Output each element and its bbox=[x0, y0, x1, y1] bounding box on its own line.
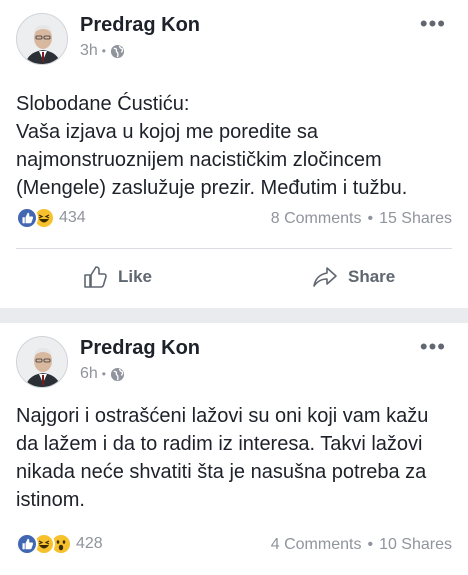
comments-count[interactable]: 8 Comments bbox=[271, 210, 362, 227]
comments-count[interactable]: 4 Comments bbox=[271, 536, 362, 553]
post-header: Predrag Kon 6h • ••• bbox=[0, 323, 468, 398]
like-label: Like bbox=[118, 267, 153, 286]
separator-dot: • bbox=[101, 367, 106, 381]
divider bbox=[16, 248, 452, 249]
post-stats: 428 4 Comments • 10 Shares bbox=[0, 531, 468, 561]
post-stats: 434 8 Comments • 15 Shares bbox=[0, 205, 468, 235]
reactions-summary[interactable]: 428 bbox=[16, 533, 103, 555]
post-time[interactable]: 3h bbox=[80, 42, 98, 60]
thumbs-up-icon bbox=[84, 266, 107, 288]
share-button[interactable]: Share bbox=[312, 264, 395, 290]
shares-count[interactable]: 10 Shares bbox=[379, 536, 452, 553]
post-card: Predrag Kon 3h • ••• Slobodane Ćustiću: … bbox=[0, 0, 468, 308]
post-meta: 3h • bbox=[80, 42, 125, 60]
separator-dot: • bbox=[101, 44, 106, 58]
post-text: Najgori i ostrašćeni lažovi su oni koji … bbox=[16, 402, 456, 514]
like-icon bbox=[16, 533, 38, 555]
avatar[interactable] bbox=[16, 13, 68, 65]
engagement-counts: 8 Comments • 15 Shares bbox=[271, 210, 452, 228]
more-options-icon[interactable]: ••• bbox=[420, 13, 446, 35]
separator-dot: • bbox=[367, 210, 374, 227]
like-icon bbox=[16, 207, 38, 229]
engagement-counts: 4 Comments • 10 Shares bbox=[271, 536, 452, 554]
post-text-line: da lažem i da to radim iz interesa. Takv… bbox=[16, 433, 423, 455]
author-name[interactable]: Predrag Kon bbox=[80, 14, 200, 37]
reaction-count: 434 bbox=[59, 209, 86, 226]
post-text-line: Slobodane Ćustiću: bbox=[16, 93, 190, 115]
reaction-count: 428 bbox=[76, 535, 103, 552]
more-options-icon[interactable]: ••• bbox=[420, 336, 446, 358]
post-text-line: Najgori i ostrašćeni lažovi su oni koji … bbox=[16, 405, 429, 427]
post-time[interactable]: 6h bbox=[80, 365, 98, 383]
author-name[interactable]: Predrag Kon bbox=[80, 337, 200, 360]
post-meta: 6h • bbox=[80, 365, 125, 383]
shares-count[interactable]: 15 Shares bbox=[379, 210, 452, 227]
avatar[interactable] bbox=[16, 336, 68, 388]
post-text-line: nikada neće shvatiti šta je nasušna potr… bbox=[16, 461, 427, 483]
share-arrow-icon bbox=[313, 267, 337, 287]
post-actions: Like Share bbox=[0, 258, 468, 298]
post-card: Predrag Kon 6h • ••• Najgori i ostrašćen… bbox=[0, 323, 468, 575]
share-label: Share bbox=[348, 267, 396, 286]
globe-icon bbox=[110, 44, 125, 59]
globe-icon bbox=[110, 367, 125, 382]
post-text-line: (Mengele) zaslužuje prezir. Međutim i tu… bbox=[16, 177, 408, 199]
post-text: Slobodane Ćustiću: Vaša izjava u kojoj m… bbox=[16, 90, 456, 202]
post-text-line: istinom. bbox=[16, 489, 85, 511]
like-button[interactable]: Like bbox=[82, 264, 152, 290]
reactions-summary[interactable]: 434 bbox=[16, 207, 86, 229]
post-text-line: najmonstruoznijem nacističkim zločincem bbox=[16, 149, 382, 171]
post-text-line: Vaša izjava u kojoj me poredite sa bbox=[16, 121, 319, 143]
separator-dot: • bbox=[367, 536, 374, 553]
post-header: Predrag Kon 3h • ••• bbox=[0, 0, 468, 75]
